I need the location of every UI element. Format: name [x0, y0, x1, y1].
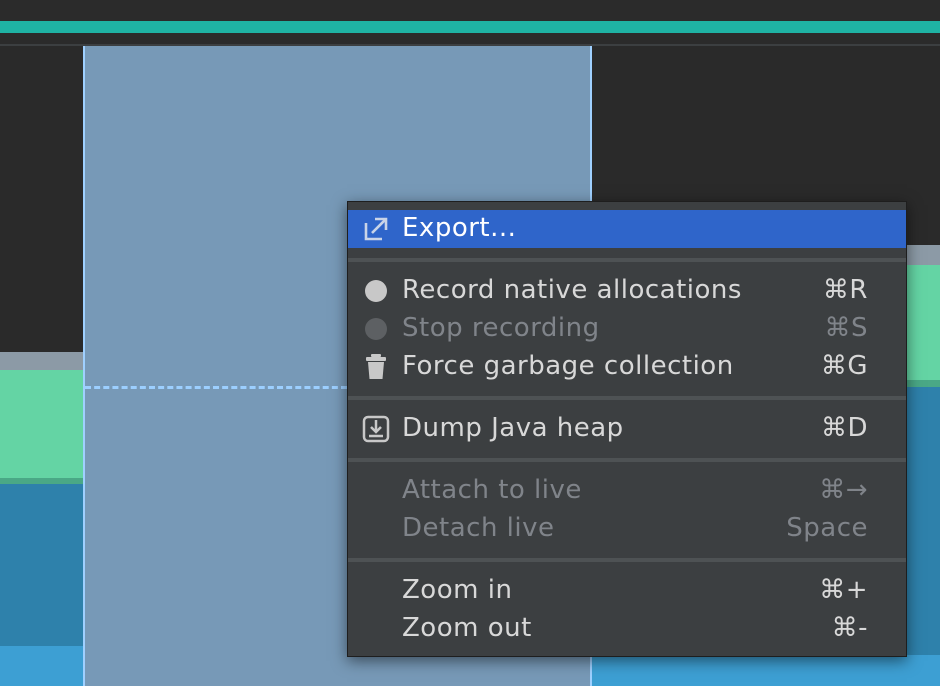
menu-item-zoom-in[interactable]: Zoom in ⌘+	[348, 572, 906, 610]
menu-item-export[interactable]: Export...	[348, 210, 906, 248]
menu-item-stop-recording[interactable]: Stop recording ⌘S	[348, 310, 906, 348]
stop-dot-icon	[362, 315, 390, 343]
menu-item-label: Stop recording	[402, 313, 600, 343]
menu-item-detach-live[interactable]: Detach live Space	[348, 510, 906, 548]
menu-item-record-native-allocations[interactable]: Record native allocations ⌘R	[348, 272, 906, 310]
menu-item-label: Force garbage collection	[402, 351, 734, 381]
menu-item-shortcut: ⌘S	[824, 313, 868, 343]
heap-limit-line	[85, 386, 347, 389]
menu-item-label: Attach to live	[402, 475, 582, 505]
record-dot-icon	[362, 277, 390, 305]
chart-band-code	[0, 370, 85, 478]
menu-separator	[348, 258, 906, 262]
menu-item-label: Zoom in	[402, 575, 513, 605]
menu-item-label: Export...	[402, 213, 517, 243]
export-icon	[362, 215, 390, 243]
chart-band-native	[0, 484, 85, 646]
menu-item-shortcut: ⌘-	[831, 613, 868, 643]
menu-item-shortcut: Space	[786, 513, 868, 543]
menu-separator	[348, 558, 906, 562]
menu-item-zoom-out[interactable]: Zoom out ⌘-	[348, 610, 906, 648]
menu-separator	[348, 458, 906, 462]
menu-separator	[348, 396, 906, 400]
menu-item-shortcut: ⌘+	[819, 575, 868, 605]
menu-item-attach-to-live[interactable]: Attach to live ⌘→	[348, 472, 906, 510]
menu-item-shortcut: ⌘G	[820, 351, 868, 381]
menu-item-shortcut: ⌘R	[822, 275, 868, 305]
menu-item-label: Zoom out	[402, 613, 532, 643]
menu-item-dump-java-heap[interactable]: Dump Java heap ⌘D	[348, 410, 906, 448]
menu-item-label: Detach live	[402, 513, 555, 543]
toolbar-strip	[0, 0, 940, 21]
timeline-track	[0, 21, 940, 33]
menu-item-label: Record native allocations	[402, 275, 742, 305]
chart-band-java	[0, 646, 85, 686]
heap-dump-icon	[362, 415, 390, 443]
menu-item-shortcut: ⌘→	[819, 475, 868, 505]
menu-item-force-garbage-collection[interactable]: Force garbage collection ⌘G	[348, 348, 906, 386]
context-menu: Export... Record native allocations ⌘R S…	[347, 201, 907, 657]
chart-band-java	[592, 655, 940, 686]
trash-icon	[362, 353, 390, 381]
chart-band-other	[0, 352, 85, 370]
menu-item-label: Dump Java heap	[402, 413, 624, 443]
menu-item-shortcut: ⌘D	[820, 413, 868, 443]
